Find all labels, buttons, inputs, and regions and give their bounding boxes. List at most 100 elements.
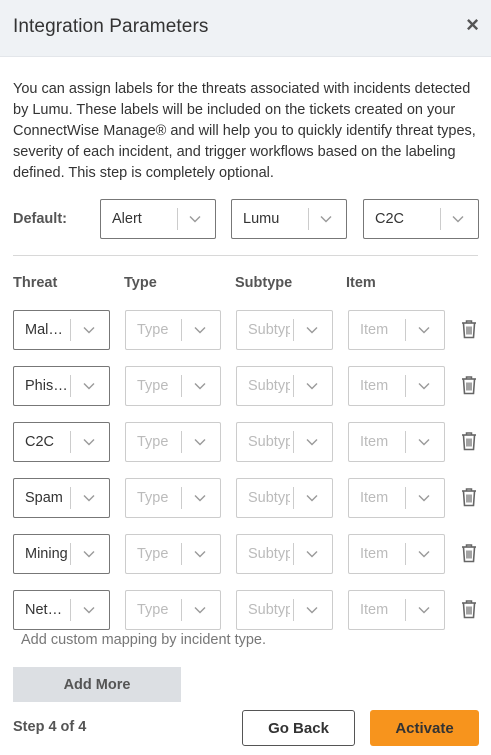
threat-select-value: Net…: [25, 602, 63, 618]
select-separator: [70, 431, 71, 453]
chevron-down-icon[interactable]: [302, 423, 322, 461]
chevron-down-icon[interactable]: [190, 591, 210, 629]
trash-icon[interactable]: [460, 599, 480, 621]
threat-select-value: Spam: [25, 490, 63, 506]
item-select[interactable]: Item: [348, 366, 445, 406]
item-select-value: Item: [360, 322, 389, 338]
chevron-down-icon[interactable]: [190, 535, 210, 573]
trash-icon[interactable]: [460, 431, 480, 453]
chevron-down-icon[interactable]: [185, 200, 205, 238]
type-select-value: Type: [137, 378, 169, 394]
activate-button[interactable]: Activate: [370, 710, 479, 746]
item-select-value: Item: [360, 602, 389, 618]
chevron-down-icon[interactable]: [414, 479, 434, 517]
chevron-down-icon[interactable]: [79, 367, 99, 405]
chevron-down-icon[interactable]: [302, 311, 322, 349]
trash-icon[interactable]: [460, 487, 480, 509]
item-select[interactable]: Item: [348, 422, 445, 462]
chevron-down-icon[interactable]: [190, 367, 210, 405]
select-separator: [70, 543, 71, 565]
subtype-select[interactable]: Subtype: [236, 590, 333, 630]
threat-select[interactable]: C2C: [13, 422, 110, 462]
chevron-down-icon[interactable]: [190, 311, 210, 349]
threat-select[interactable]: Net…: [13, 590, 110, 630]
subtype-select[interactable]: Subtype: [236, 422, 333, 462]
threat-select-value: C2C: [25, 434, 55, 450]
type-select[interactable]: Type: [125, 310, 221, 350]
threat-select[interactable]: Mal…: [13, 310, 110, 350]
select-separator: [405, 431, 406, 453]
subtype-select-value: Subtype: [248, 322, 290, 338]
trash-icon[interactable]: [460, 543, 480, 565]
select-separator: [293, 431, 294, 453]
item-select-value: Item: [360, 434, 389, 450]
item-select[interactable]: Item: [348, 478, 445, 518]
threat-select[interactable]: Phis…: [13, 366, 110, 406]
subtype-select[interactable]: Subtype: [236, 310, 333, 350]
subtype-select[interactable]: Subtype: [236, 366, 333, 406]
item-select-value: Item: [360, 378, 389, 394]
item-select-value: Item: [360, 546, 389, 562]
chevron-down-icon[interactable]: [79, 591, 99, 629]
chevron-down-icon[interactable]: [414, 311, 434, 349]
type-select[interactable]: Type: [125, 534, 221, 574]
chevron-down-icon[interactable]: [302, 367, 322, 405]
threat-select-value: Phis…: [25, 378, 67, 394]
default-select-1-value: Alert: [112, 211, 142, 227]
column-header-item: Item: [346, 275, 376, 291]
threat-select-value: Mal…: [25, 322, 63, 338]
close-icon[interactable]: ×: [466, 14, 479, 36]
select-separator: [405, 319, 406, 341]
chevron-down-icon[interactable]: [190, 479, 210, 517]
chevron-down-icon[interactable]: [448, 200, 468, 238]
subtype-select[interactable]: Subtype: [236, 478, 333, 518]
chevron-down-icon[interactable]: [79, 423, 99, 461]
default-select-3-value: C2C: [375, 211, 405, 227]
item-select[interactable]: Item: [348, 534, 445, 574]
chevron-down-icon[interactable]: [414, 367, 434, 405]
chevron-down-icon[interactable]: [79, 535, 99, 573]
chevron-down-icon[interactable]: [414, 591, 434, 629]
chevron-down-icon[interactable]: [316, 200, 336, 238]
chevron-down-icon[interactable]: [79, 479, 99, 517]
select-separator: [181, 375, 182, 397]
custom-mapping-hint: Add custom mapping by incident type.: [21, 632, 267, 648]
chevron-down-icon[interactable]: [414, 423, 434, 461]
trash-icon[interactable]: [460, 375, 480, 397]
chevron-down-icon[interactable]: [302, 591, 322, 629]
select-separator: [293, 543, 294, 565]
select-separator: [405, 599, 406, 621]
default-select-1[interactable]: Alert: [100, 199, 216, 239]
go-back-button[interactable]: Go Back: [242, 710, 355, 746]
default-label: Default:: [13, 211, 67, 227]
select-separator: [181, 319, 182, 341]
type-select[interactable]: Type: [125, 590, 221, 630]
select-separator: [440, 208, 441, 230]
default-select-3[interactable]: C2C: [363, 199, 479, 239]
select-separator: [181, 543, 182, 565]
divider: [13, 255, 478, 256]
type-select[interactable]: Type: [125, 478, 221, 518]
item-select[interactable]: Item: [348, 590, 445, 630]
subtype-select-value: Subtype: [248, 546, 290, 562]
trash-icon[interactable]: [460, 319, 480, 341]
chevron-down-icon[interactable]: [190, 423, 210, 461]
chevron-down-icon[interactable]: [302, 535, 322, 573]
type-select[interactable]: Type: [125, 422, 221, 462]
threat-select[interactable]: Mining: [13, 534, 110, 574]
subtype-select-value: Subtype: [248, 378, 290, 394]
column-header-type: Type: [124, 275, 157, 291]
type-select-value: Type: [137, 490, 169, 506]
type-select[interactable]: Type: [125, 366, 221, 406]
chevron-down-icon[interactable]: [414, 535, 434, 573]
threat-select[interactable]: Spam: [13, 478, 110, 518]
add-more-button[interactable]: Add More: [13, 667, 181, 702]
subtype-select[interactable]: Subtype: [236, 534, 333, 574]
select-separator: [293, 375, 294, 397]
select-separator: [405, 543, 406, 565]
chevron-down-icon[interactable]: [302, 479, 322, 517]
item-select[interactable]: Item: [348, 310, 445, 350]
default-select-2[interactable]: Lumu: [231, 199, 347, 239]
chevron-down-icon[interactable]: [79, 311, 99, 349]
type-select-value: Type: [137, 322, 169, 338]
